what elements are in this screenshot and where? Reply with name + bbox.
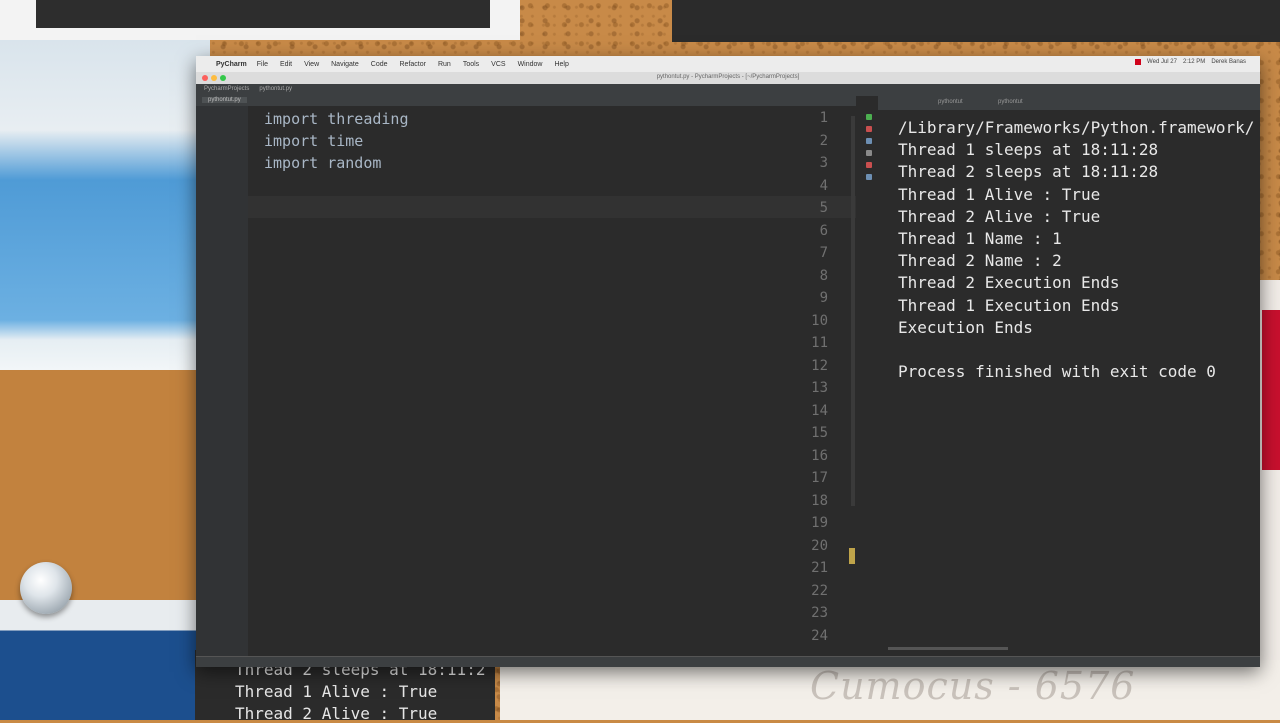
background-script-text: Cumocus - 6576 [810,664,1136,708]
status-time: 2:12 PM [1182,59,1206,65]
breadcrumb-project[interactable]: PycharmProjects [204,86,249,92]
menu-app-name[interactable]: PyCharm [216,61,247,68]
menu-refactor[interactable]: Refactor [400,61,426,68]
menu-help[interactable]: Help [554,61,568,68]
background-photo-top-left [0,0,520,40]
console-line: Thread 1 sleeps at 18:11:28 [898,140,1159,160]
pause-icon[interactable] [866,138,872,144]
record-icon [1135,59,1142,65]
line-number: 23 [811,605,828,621]
console-line: Thread 2 sleeps at 18:11:28 [898,162,1159,182]
line-number: 14 [811,402,828,419]
run-toolbar [862,108,876,228]
run-tab[interactable]: pythontut [938,99,963,105]
rerun-icon[interactable] [866,150,872,156]
background-sky-photo [0,40,210,370]
line-number: 2 [819,132,828,149]
background-cork-strip [0,370,200,600]
window-title: pythontut.py - PycharmProjects - [~/Pych… [656,74,800,80]
line-number: 12 [811,357,828,374]
background-bottom-paper: Cumocus - 6576 [500,660,1280,720]
line-number: 8 [819,267,828,284]
console-line: Thread 1 Alive : True [898,184,1101,204]
line-number: 5 [819,200,828,216]
stop-icon[interactable] [866,126,872,132]
console-line: Thread 2 Execution Ends [898,273,1120,293]
process-exit-line: Process finished with exit code 0 [898,362,1216,382]
code-line[interactable]: import time [264,132,363,150]
pycharm-window: PyCharm File Edit View Navigate Code Ref… [196,56,1260,667]
line-number: 13 [811,380,828,396]
menubar-status: Wed Jul 27 2:12 PM Derek Banas [1135,59,1246,65]
run-icon[interactable] [866,114,872,120]
console-line: Thread 2 Name : 2 [898,251,1062,271]
status-date: Wed Jul 27 [1147,59,1177,65]
menu-edit[interactable]: Edit [280,61,292,68]
console-line: Execution Ends [898,317,1033,337]
line-number: 18 [811,492,828,509]
editor-tabbar: pythontut.py [196,96,856,106]
run-console[interactable]: /Library/Frameworks/Python.framework/Thr… [878,110,1260,656]
menu-file[interactable]: File [257,61,268,68]
tab-pythontut[interactable]: pythontut.py [202,97,247,103]
background-screen-top-right [672,0,1280,42]
current-line-highlight [248,196,856,218]
menu-run[interactable]: Run [438,61,451,68]
line-number: 15 [811,425,828,441]
background-right-red-sticker [1262,310,1280,470]
menu-tools[interactable]: Tools [463,61,479,68]
line-number: 22 [811,582,828,599]
line-number: 1 [819,110,828,126]
line-number: 10 [811,312,828,329]
editor-scrollbar[interactable] [851,116,855,506]
console-horizontal-scrollbar[interactable] [888,647,1008,650]
breadcrumb-file[interactable]: pythontut.py [259,86,292,92]
run-panel-header: pythontut pythontut [878,96,1260,110]
code-editor[interactable]: 1 2 3 4 5 6 7 8 9 10 11 12 13 14 15 16 17 18 19 20 21 22 23 24 … [196,106,856,656]
line-number-gutter [196,106,248,656]
line-number: 3 [819,155,828,171]
menu-vcs[interactable]: VCS [491,61,505,68]
line-number: 21 [811,560,828,576]
background-blue-card [0,600,200,720]
line-number: 19 [811,515,828,531]
line-number: 4 [819,177,828,194]
line-number: 24 [811,627,828,644]
menu-window[interactable]: Window [518,61,543,68]
menu-code[interactable]: Code [371,61,388,68]
code-line[interactable]: import random [264,154,381,172]
mac-menubar: PyCharm File Edit View Navigate Code Ref… [196,56,1260,72]
pushpin-icon [20,562,72,614]
console-line: Thread 2 Alive : True [898,206,1101,226]
settings-icon[interactable] [866,174,872,180]
line-number: 17 [811,470,828,486]
console-line: Thread 1 Execution Ends [898,295,1120,315]
line-number: 20 [811,537,828,554]
line-number: 6 [819,222,828,239]
ide-status-bar [196,656,1260,667]
navigation-bar: PycharmProjects pythontut.py [196,84,1260,96]
line-number: 16 [811,447,828,464]
close-run-icon[interactable] [866,162,872,168]
line-number: 11 [811,335,828,351]
console-line: /Library/Frameworks/Python.framework/ [898,118,1255,137]
menu-view[interactable]: View [304,61,319,68]
line-number: 9 [819,290,828,306]
console-line: Thread 1 Name : 1 [898,229,1062,248]
scrollbar-warning-marker[interactable] [849,548,855,564]
background-console-line: Thread 2 Alive : True [235,704,438,723]
status-user[interactable]: Derek Banas [1211,59,1246,65]
background-console-line: Thread 1 Alive : True [235,682,438,701]
run-tab[interactable]: pythontut [998,99,1023,105]
code-line[interactable]: import threading [264,110,409,128]
line-number: 7 [819,245,828,261]
menu-navigate[interactable]: Navigate [331,61,359,68]
